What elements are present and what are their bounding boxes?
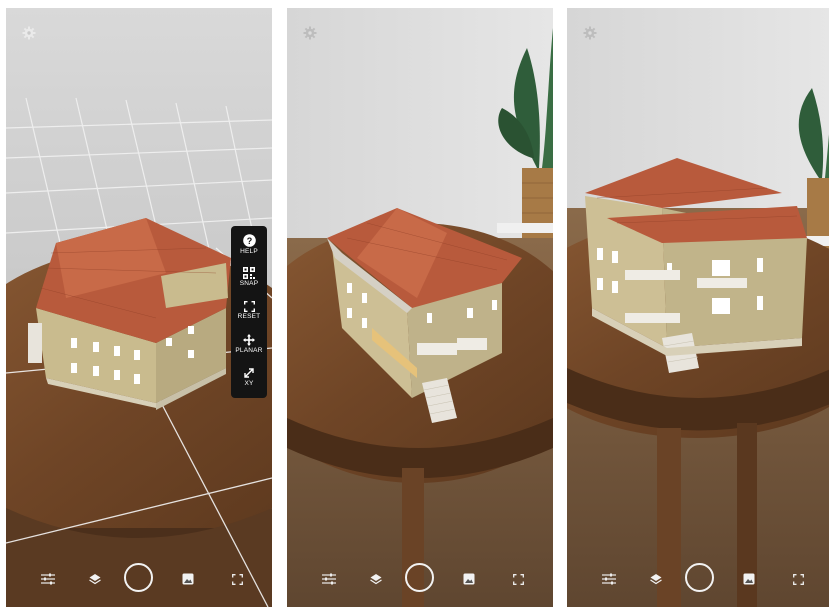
ar-screen-model-view-1 [287, 8, 553, 607]
ar-camera-view [567, 8, 829, 607]
layers-icon[interactable] [84, 568, 106, 590]
settings-gear-icon[interactable] [303, 26, 317, 40]
shutter-button[interactable] [124, 563, 153, 592]
shutter-button[interactable] [405, 563, 434, 592]
help-circle-icon: ? [242, 234, 256, 247]
layers-icon[interactable] [645, 568, 667, 590]
photo-icon[interactable] [177, 568, 199, 590]
ar-tools-panel: ? HELP SNAP RESET PLANAR XY [231, 226, 267, 398]
sliders-icon[interactable] [598, 568, 620, 590]
ar-screen-model-view-2 [567, 8, 829, 607]
reset-button[interactable]: RESET [231, 301, 267, 320]
svg-text:?: ? [246, 236, 252, 246]
photo-icon[interactable] [458, 568, 480, 590]
settings-gear-icon[interactable] [583, 26, 597, 40]
sliders-icon[interactable] [37, 568, 59, 590]
camera-bottom-bar [567, 555, 829, 607]
qr-code-icon [243, 267, 255, 279]
sliders-icon[interactable] [318, 568, 340, 590]
settings-gear-icon[interactable] [22, 26, 36, 40]
photo-icon[interactable] [738, 568, 760, 590]
fullscreen-icon[interactable] [226, 568, 248, 590]
snap-button[interactable]: SNAP [231, 267, 267, 287]
layers-icon[interactable] [365, 568, 387, 590]
planar-button[interactable]: PLANAR [231, 334, 267, 354]
camera-bottom-bar [287, 555, 553, 607]
reset-frame-icon [243, 301, 255, 312]
xy-button[interactable]: XY [231, 367, 267, 387]
move-cross-icon [243, 334, 255, 346]
ar-screen-grid-placement: ? HELP SNAP RESET PLANAR XY [6, 8, 272, 607]
help-button[interactable]: ? HELP [231, 234, 267, 255]
fullscreen-icon[interactable] [507, 568, 529, 590]
ar-camera-view [287, 8, 553, 607]
fullscreen-icon[interactable] [787, 568, 809, 590]
xy-resize-icon [244, 368, 254, 378]
camera-bottom-bar [6, 555, 272, 607]
shutter-button[interactable] [685, 563, 714, 592]
building-model [28, 218, 231, 410]
